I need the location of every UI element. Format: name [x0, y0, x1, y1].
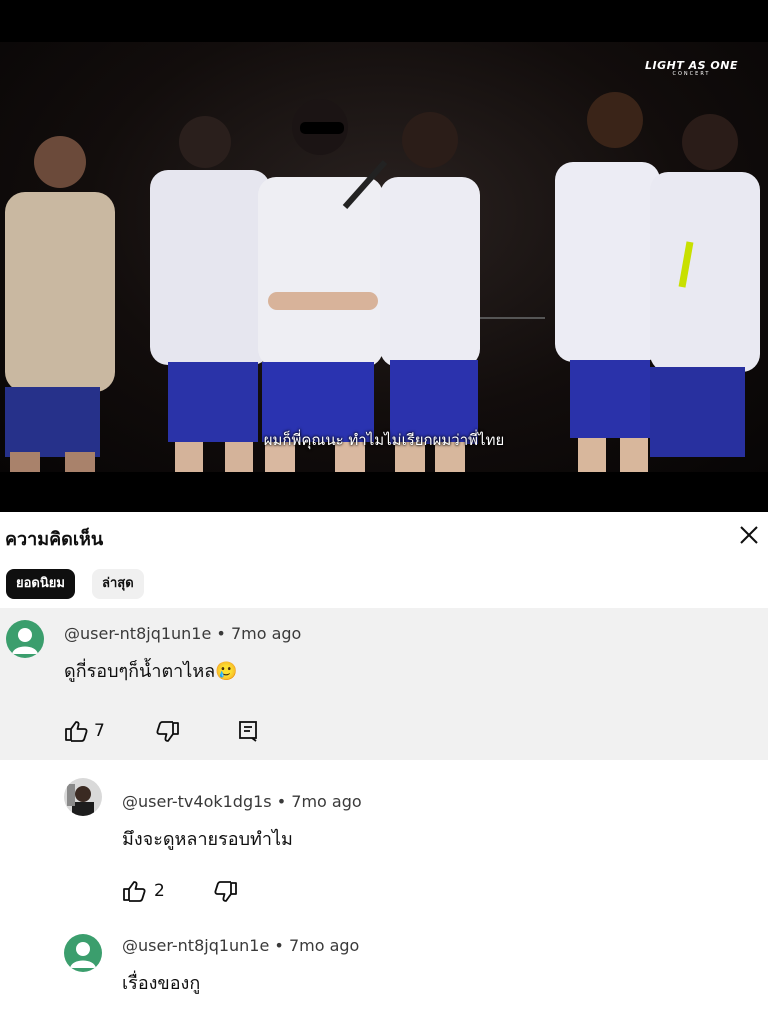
comment-time: 7mo ago: [288, 936, 360, 955]
video-frame-image: [5, 92, 760, 472]
reply-comment-item: @user-tv4ok1dg1s • 7mo ago มึงจะดูหลายรอ…: [0, 770, 768, 902]
avatar[interactable]: [64, 934, 102, 972]
dislike-button[interactable]: [212, 881, 238, 907]
video-player[interactable]: LIGHT AS ONE CONCERT ผมก็พี่คุณนะ ทำไมไม…: [0, 42, 768, 472]
thumbs-up-icon: [65, 721, 88, 742]
comment-text: ดูกี่รอบๆก็น้ำตาไหล🥲: [64, 656, 238, 685]
performer-5: [555, 92, 660, 472]
tab-top-comments[interactable]: ยอดนิยม: [6, 569, 75, 599]
comment-author[interactable]: @user-nt8jq1un1e: [122, 936, 269, 955]
comment-time: 7mo ago: [230, 624, 302, 643]
crying-face-emoji: 🥲: [215, 661, 238, 682]
performer-3: [258, 99, 383, 472]
thumbs-up-icon: [123, 881, 146, 902]
comment-meta: @user-nt8jq1un1e • 7mo ago: [64, 624, 301, 643]
comments-panel: ความคิดเห็น ยอดนิยม ล่าสุด @user-nt8jq1u…: [0, 512, 768, 1024]
user-avatar-icon: [6, 620, 44, 658]
reply-icon: [239, 721, 257, 742]
comment-text: มึงจะดูหลายรอบทำไม: [122, 829, 293, 850]
meta-separator: •: [216, 624, 231, 643]
like-count: 7: [94, 721, 105, 741]
like-count: 2: [154, 881, 165, 901]
reply-button[interactable]: [238, 720, 260, 746]
comment-time: 7mo ago: [291, 792, 362, 811]
performer-2: [150, 116, 270, 472]
comment-item: @user-nt8jq1un1e • 7mo ago ดูกี่รอบๆก็น้…: [0, 608, 768, 760]
close-icon: [740, 526, 758, 544]
meta-separator: •: [276, 792, 292, 811]
like-button[interactable]: [122, 880, 148, 906]
comment-text: เรื่องของกู: [122, 973, 201, 994]
letterbox-top: [0, 0, 768, 42]
performer-1: [5, 136, 115, 472]
avatar[interactable]: [64, 778, 102, 816]
tab-newest[interactable]: ล่าสุด: [92, 569, 144, 599]
thumbs-down-icon: [214, 881, 237, 902]
comment-meta: @user-tv4ok1dg1s • 7mo ago: [122, 792, 362, 811]
comment-author[interactable]: @user-nt8jq1un1e: [64, 624, 211, 643]
comment-author[interactable]: @user-tv4ok1dg1s: [122, 792, 272, 811]
comment-text-content: ดูกี่รอบๆก็น้ำตาไหล: [64, 661, 216, 682]
like-button[interactable]: [64, 720, 90, 746]
reply-comment-item: @user-nt8jq1un1e • 7mo ago เรื่องของกู: [0, 926, 768, 1024]
dislike-button[interactable]: [154, 721, 180, 747]
letterbox-bottom: [0, 472, 768, 512]
user-avatar-icon: [64, 934, 102, 972]
concert-logo: LIGHT AS ONE CONCERT: [644, 59, 738, 77]
meta-separator: •: [274, 936, 289, 955]
thumbs-down-icon: [156, 721, 179, 742]
video-subtitle: ผมก็พี่คุณนะ ทำไมไม่เรียกผมว่าพี่ไทย: [263, 431, 505, 449]
user-avatar-photo: [64, 778, 102, 816]
performer-6: [650, 114, 760, 457]
comment-meta: @user-nt8jq1un1e • 7mo ago: [122, 936, 359, 955]
avatar[interactable]: [6, 620, 44, 658]
panel-title: ความคิดเห็น: [5, 529, 104, 550]
close-button[interactable]: [736, 522, 762, 548]
